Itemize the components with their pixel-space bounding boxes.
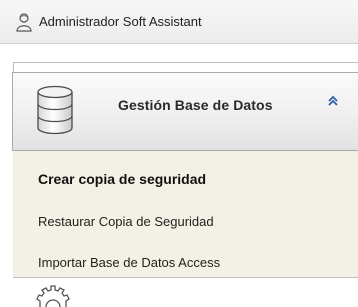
user-icon (16, 12, 32, 32)
group-header-next[interactable] (13, 278, 358, 307)
window-titlebar: Administrador Soft Assistant (0, 0, 358, 44)
window-title: Administrador Soft Assistant (39, 14, 202, 29)
database-icon (37, 85, 73, 135)
menu-item-importar-base-de-datos-access[interactable]: Importar Base de Datos Access (38, 255, 220, 270)
group-menu: Crear copia de seguridad Restaurar Copia… (13, 151, 358, 278)
gear-icon (36, 285, 70, 307)
menu-item-restaurar-copia-de-seguridad[interactable]: Restaurar Copia de Seguridad (38, 214, 214, 229)
group-header-label: Gestión Base de Datos (118, 97, 273, 113)
group-header-gestion-base-de-datos[interactable]: Gestión Base de Datos (12, 72, 358, 151)
menu-item-crear-copia-de-seguridad[interactable]: Crear copia de seguridad (38, 171, 206, 187)
chevron-up-icon[interactable] (326, 94, 340, 108)
